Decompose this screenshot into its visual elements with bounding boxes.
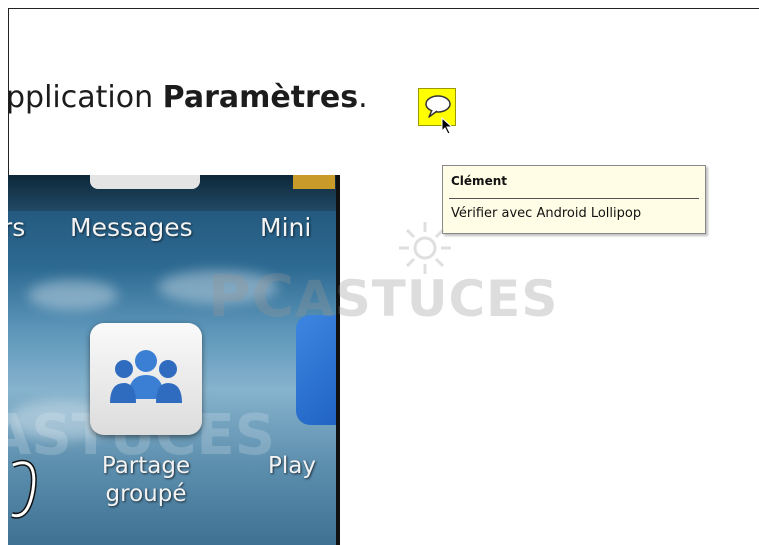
app-label-line2: groupé	[105, 481, 187, 507]
comment-bubble-icon	[425, 95, 451, 118]
tooltip-divider	[449, 198, 699, 199]
pcastuces-watermark: PCASTUCES	[208, 262, 558, 330]
document-paragraph[interactable]: pplication Paramètres.	[6, 80, 368, 115]
play-app-icon[interactable]	[296, 315, 336, 425]
paragraph-bold-text: Paramètres	[162, 80, 359, 115]
phone-notification-handle	[90, 175, 200, 189]
comment-text: Vérifier avec Android Lollipop	[451, 206, 642, 221]
app-label-line1: Partage	[101, 453, 191, 479]
document-page: pplication Paramètres. Clément Vérifier …	[0, 0, 759, 545]
group-share-icon	[110, 350, 182, 403]
page-top-edge	[8, 8, 759, 9]
phone-tab-label[interactable]: rs	[8, 213, 25, 242]
watermark-pc: PC	[208, 262, 296, 330]
phone-indicator	[293, 175, 335, 189]
cloud	[28, 280, 118, 310]
swirl-app-icon[interactable]	[8, 445, 58, 545]
phone-tab-mini[interactable]: Mini	[260, 213, 311, 242]
phone-tab-messages[interactable]: Messages	[70, 213, 193, 242]
mouse-cursor-icon	[441, 117, 454, 135]
comment-author: Clément	[451, 174, 507, 188]
group-share-app-icon[interactable]	[90, 323, 202, 435]
play-app-label: Play	[268, 453, 316, 479]
paragraph-text: pplication	[6, 80, 163, 115]
phone-screenshot: rs Messages Mini ASTUCES Partage groupé …	[8, 175, 340, 545]
paragraph-period: .	[358, 80, 368, 115]
comment-tooltip: Clément Vérifier avec Android Lollipop	[442, 165, 706, 234]
watermark-astuces: ASTUCES	[295, 270, 559, 328]
